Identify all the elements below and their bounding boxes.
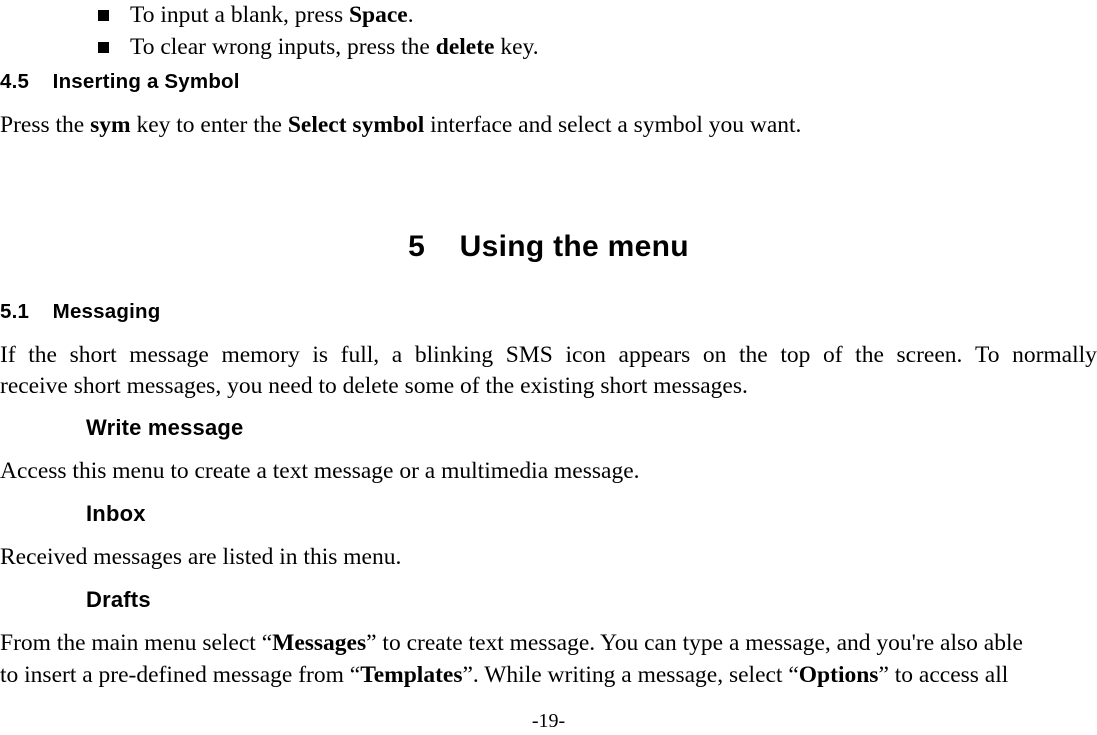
- bold-term-options: Options: [798, 662, 879, 688]
- list-item-bold-term: Space: [348, 2, 408, 28]
- paragraph-text: key to enter the: [130, 112, 288, 138]
- word: If: [0, 342, 16, 368]
- paragraph-text: From the main menu select “: [0, 630, 273, 656]
- word: SMS: [505, 342, 553, 368]
- list-item: To input a blank, press Space.: [0, 0, 1097, 30]
- word: memory: [221, 342, 300, 368]
- word: on: [702, 342, 727, 368]
- word: top: [780, 342, 811, 368]
- list-item-text-after: .: [407, 2, 414, 28]
- square-bullet-icon: [98, 42, 109, 53]
- word: short: [69, 342, 117, 368]
- word: the: [855, 342, 884, 368]
- word: blinking: [414, 342, 494, 368]
- word: the: [28, 342, 57, 368]
- list-item: To clear wrong inputs, press the delete …: [0, 32, 1097, 62]
- word: the: [739, 342, 768, 368]
- bold-term-messages: Messages: [272, 630, 367, 656]
- paragraph-text: ”. While writing a message, select “: [462, 662, 799, 688]
- word: icon: [565, 342, 606, 368]
- section-5-1-paragraph-line-2: receive short messages, you need to dele…: [0, 373, 748, 399]
- drafts-body-line-2: to insert a pre-defined message from “Te…: [0, 660, 1008, 691]
- page-number-footer: -19-: [531, 710, 566, 732]
- list-item-text-before: To clear wrong inputs, press the: [130, 34, 436, 60]
- word: of: [822, 342, 843, 368]
- list-item-text-before: To input a blank, press: [130, 2, 349, 28]
- subheading-drafts: Drafts: [86, 587, 151, 612]
- paragraph-bold-sym: sym: [90, 112, 131, 138]
- word: full,: [340, 342, 380, 368]
- paragraph-bold-select-symbol: Select symbol: [287, 112, 425, 138]
- word: message: [129, 342, 209, 368]
- section-heading-4-5: 4.5 Inserting a Symbol: [0, 70, 240, 93]
- paragraph-text: Press the: [0, 112, 91, 138]
- list-item-text-after: key.: [494, 34, 539, 60]
- chapter-heading-5: 5 Using the menu: [408, 230, 689, 263]
- section-5-1-paragraph-line-1: If the short message memory is full, a b…: [0, 339, 1097, 371]
- word: To: [975, 342, 1000, 368]
- word: is: [312, 342, 329, 368]
- paragraph-text: interface and select a symbol you want.: [424, 112, 802, 138]
- section-heading-5-1: 5.1 Messaging: [0, 300, 161, 323]
- word: screen.: [896, 342, 963, 368]
- write-message-body: Access this menu to create a text messag…: [0, 458, 640, 484]
- drafts-body-line-1: From the main menu select “Messages” to …: [0, 628, 1023, 659]
- paragraph-text: ” to create text message. You can type a…: [366, 630, 1023, 656]
- document-page: To input a blank, press Space. To clear …: [0, 0, 1097, 735]
- paragraph-text: ” to access all: [878, 662, 1009, 688]
- subheading-write-message: Write message: [86, 415, 244, 440]
- bullet-list: To input a blank, press Space. To clear …: [0, 0, 1097, 62]
- list-item-bold-term: delete: [435, 34, 495, 60]
- subheading-inbox: Inbox: [86, 501, 146, 526]
- bold-term-templates: Templates: [360, 662, 463, 688]
- square-bullet-icon: [98, 10, 109, 21]
- word: a: [391, 342, 403, 368]
- paragraph-text: to insert a pre-defined message from “: [0, 662, 361, 688]
- word: appears: [618, 342, 691, 368]
- word: normally: [1012, 342, 1097, 368]
- inbox-body: Received messages are listed in this men…: [0, 544, 402, 570]
- section-4-5-paragraph: Press the sym key to enter the Select sy…: [0, 110, 801, 141]
